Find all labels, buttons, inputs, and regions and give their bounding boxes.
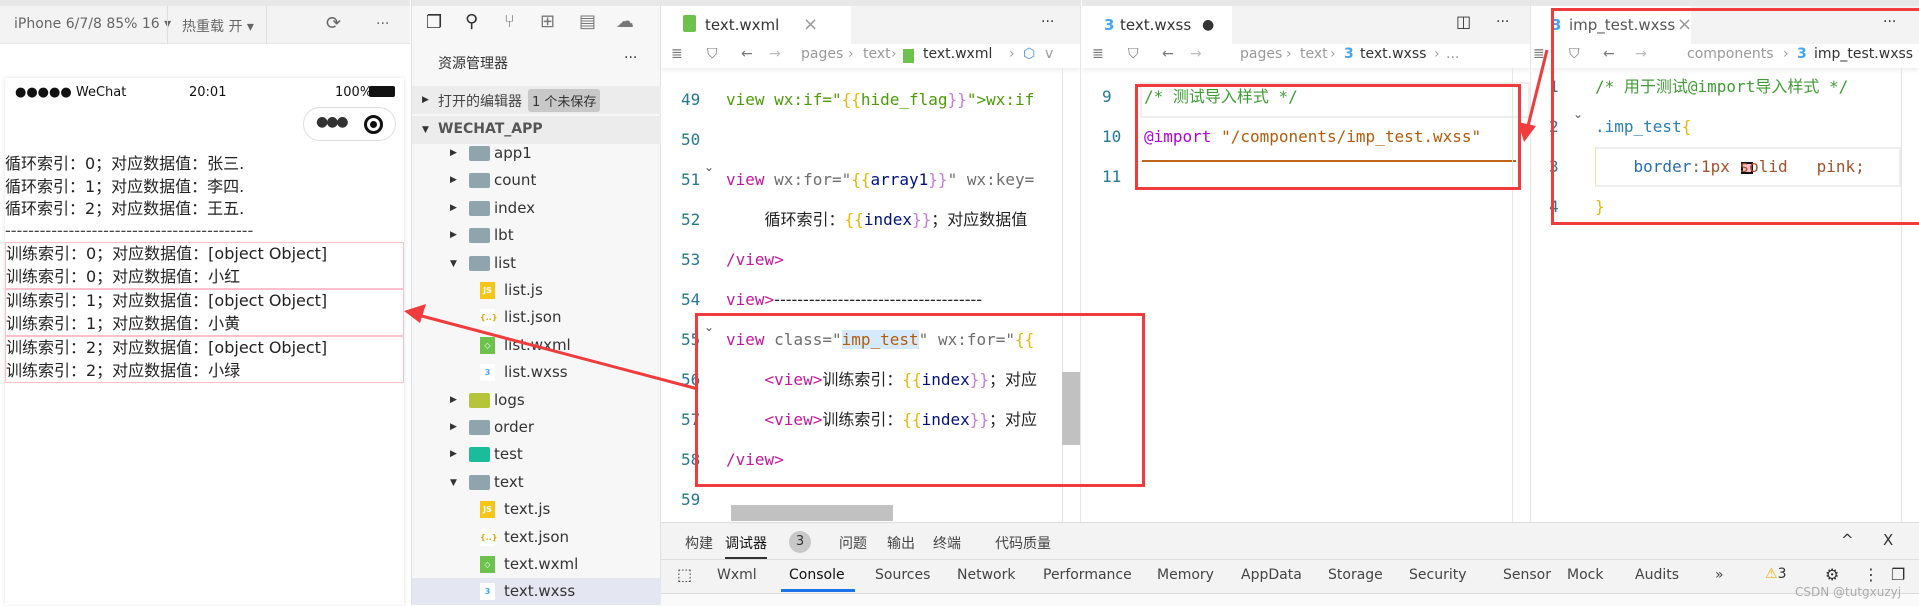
devtools-tab-security[interactable]: Security bbox=[1409, 567, 1467, 583]
devtools-tab-wxml[interactable]: Wxml bbox=[717, 567, 757, 583]
devtools-tab-storage[interactable]: Storage bbox=[1328, 567, 1383, 583]
devtools-tab-console[interactable]: Console bbox=[789, 567, 845, 583]
arrowhead-simulator bbox=[404, 304, 426, 323]
devtools-tab-memory[interactable]: Memory bbox=[1157, 567, 1214, 583]
devtools-tab-mock[interactable]: Mock bbox=[1567, 567, 1603, 583]
settings-gear-icon[interactable]: ⚙ bbox=[1825, 565, 1839, 584]
arrow-to-simulator bbox=[417, 313, 699, 391]
devtools-tab-performance[interactable]: Performance bbox=[1043, 567, 1132, 583]
devtools-tab-network[interactable]: Network bbox=[957, 567, 1015, 583]
console-toolbar bbox=[661, 593, 1919, 606]
close-panel-icon[interactable]: X bbox=[1883, 531, 1893, 549]
inspect-element-icon[interactable]: ⬚ bbox=[677, 565, 692, 584]
panel-tab[interactable]: 代码质量 bbox=[995, 533, 1051, 553]
panel-tab[interactable]: 构建 bbox=[685, 533, 713, 553]
panel-tab[interactable]: 输出 bbox=[887, 533, 915, 553]
warning-icon: ⚠ bbox=[1765, 566, 1778, 582]
debugger-badge: 3 bbox=[789, 531, 811, 553]
devtools-tab-audits[interactable]: Audits bbox=[1635, 567, 1679, 583]
watermark: CSDN @tutgxuzyj bbox=[1795, 585, 1902, 599]
devtools-tab-»[interactable]: » bbox=[1715, 567, 1724, 583]
annotation-arrows bbox=[404, 49, 1549, 391]
devtools-tab-appdata[interactable]: AppData bbox=[1241, 567, 1302, 583]
warnings-count[interactable]: ⚠3 bbox=[1765, 566, 1786, 582]
maximize-icon[interactable]: ^ bbox=[1841, 531, 1854, 549]
panel-tab[interactable]: 问题 bbox=[839, 533, 867, 553]
panel-tab[interactable]: 终端 bbox=[933, 533, 961, 553]
kebab-menu-icon[interactable]: ⋮ bbox=[1863, 565, 1879, 584]
devtools-tab-sensor[interactable]: Sensor bbox=[1503, 567, 1551, 583]
panel-tab[interactable]: 调试器 bbox=[725, 533, 767, 553]
active-devtool-underline bbox=[781, 589, 855, 592]
dock-icon[interactable]: ❐ bbox=[1891, 565, 1905, 584]
bottom-panel: 构建 调试器 问题 输出 终端 代码质量 3 ^ X ⬚ Wxml Console Sourc… bbox=[661, 522, 1919, 606]
arrow-to-wxss bbox=[1526, 49, 1549, 127]
arrowhead-wxss bbox=[1518, 122, 1536, 142]
devtools-tab-sources[interactable]: Sources bbox=[875, 567, 930, 583]
